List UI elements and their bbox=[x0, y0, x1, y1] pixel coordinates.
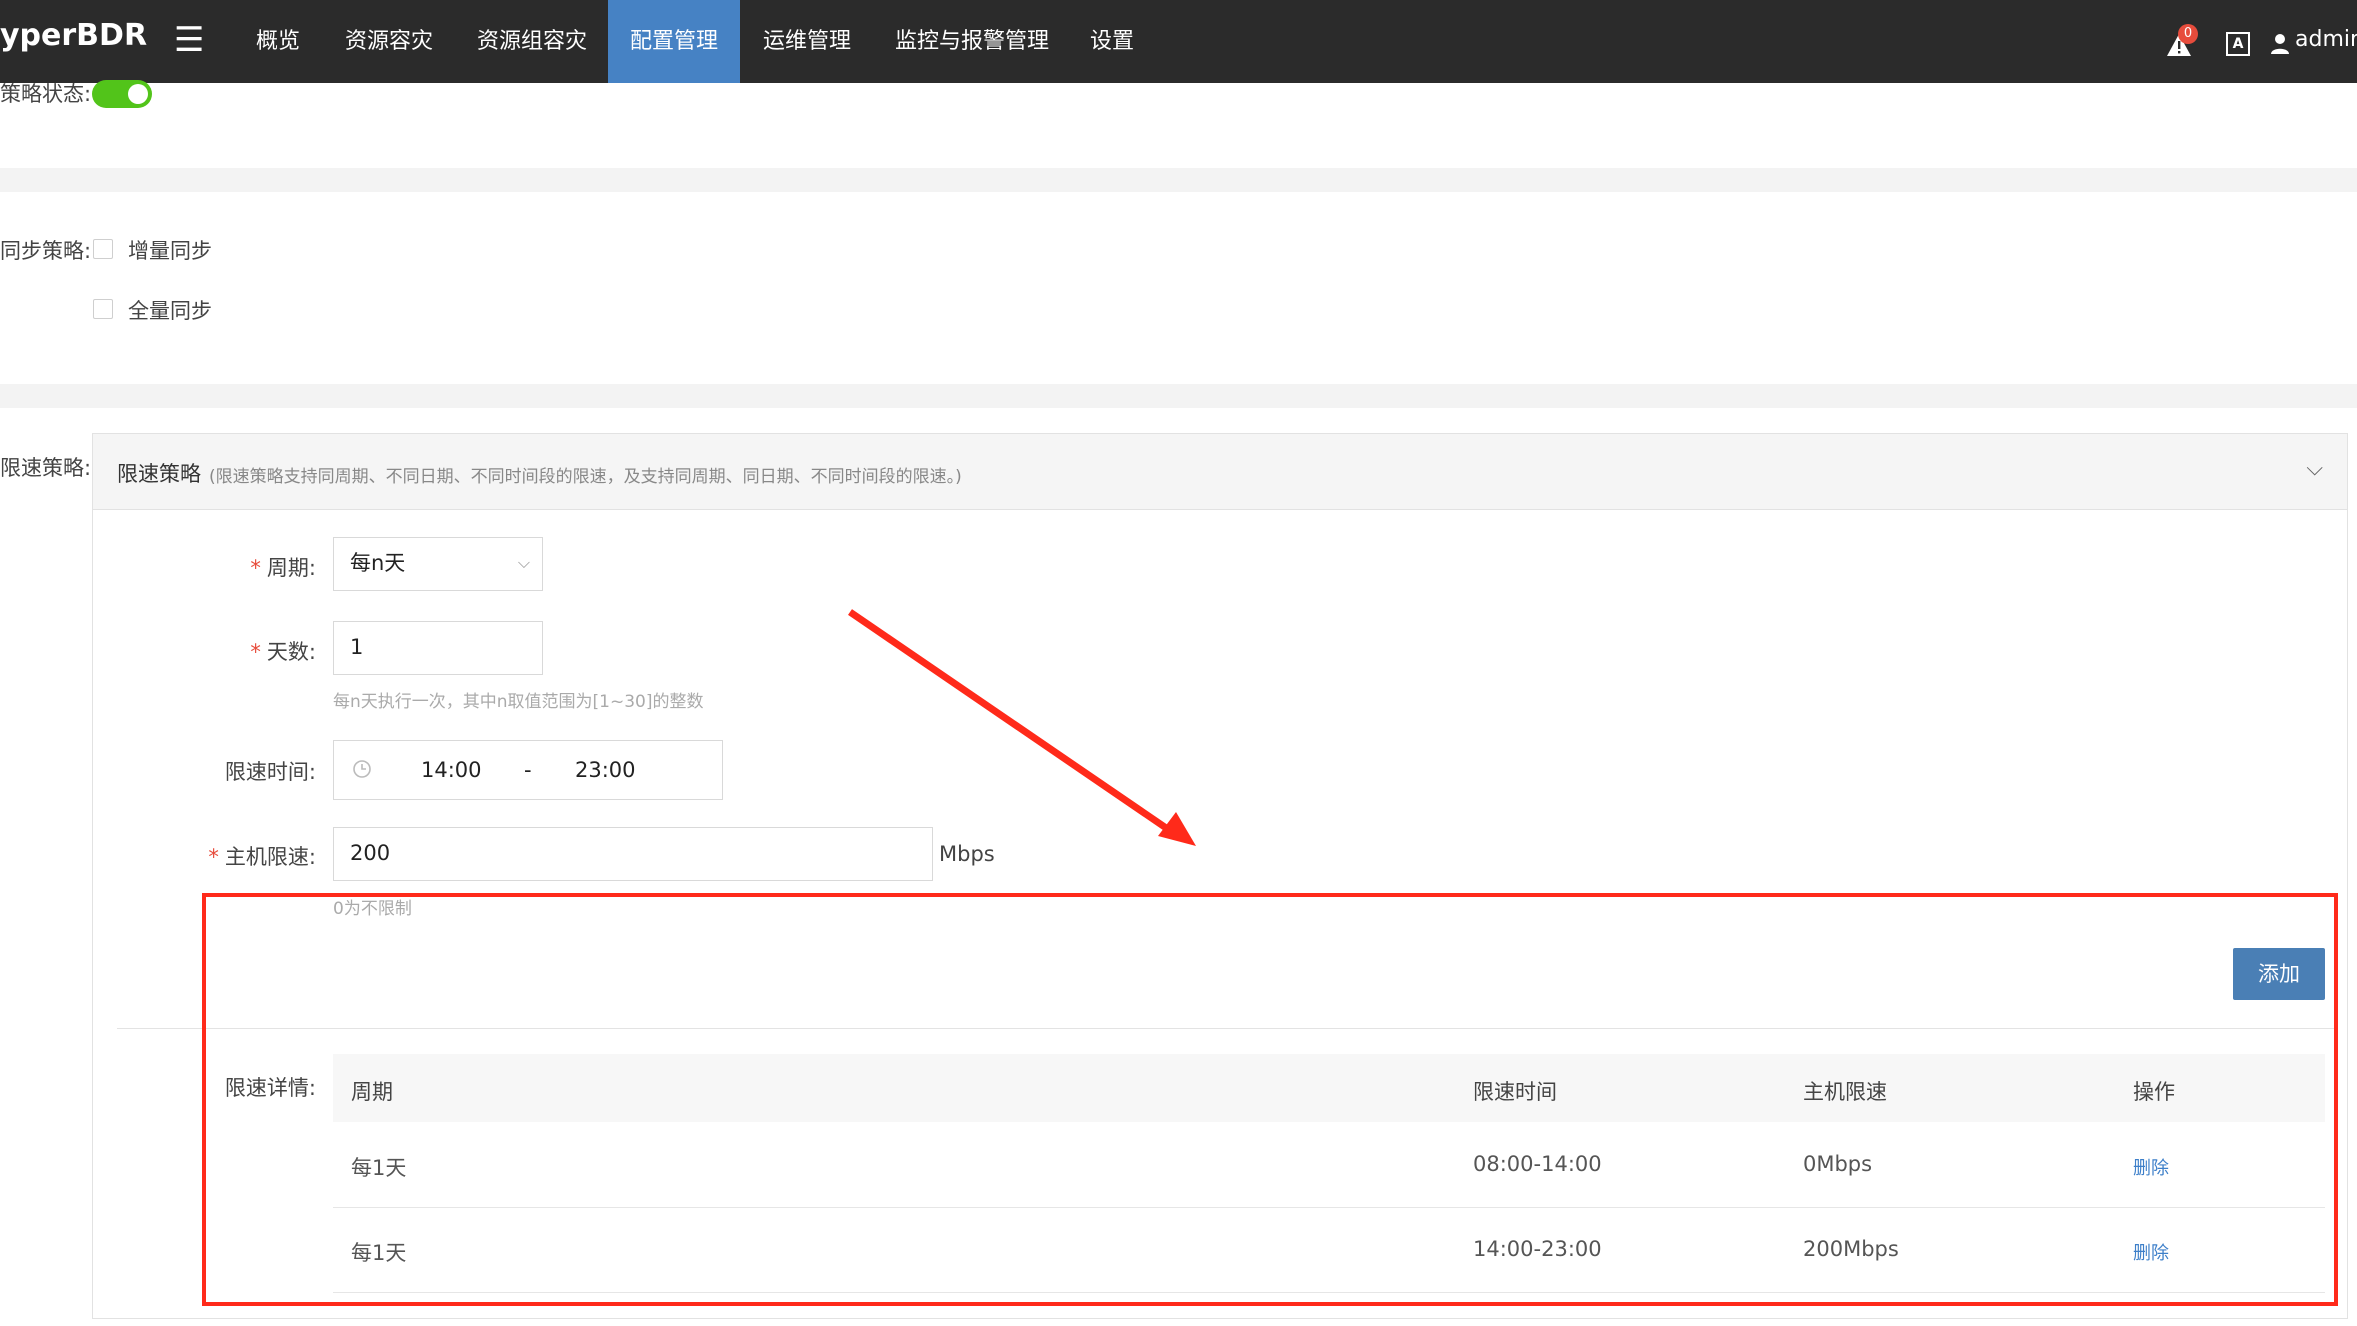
nav-config-management[interactable]: 配置管理 bbox=[608, 0, 740, 83]
alert-count-badge: 0 bbox=[2178, 24, 2198, 44]
host-limit-unit: Mbps bbox=[939, 842, 995, 866]
sync-strategy-label: 同步策略: bbox=[0, 239, 92, 263]
strategy-status-label: 策略状态: bbox=[0, 82, 92, 106]
top-navbar: yperBDR ☰ 概览 资源容灾 资源组容灾 配置管理 运维管理 监控与报警管… bbox=[0, 0, 2357, 83]
time-end[interactable]: 23:00 bbox=[575, 745, 636, 795]
panel-title: 限速策略 bbox=[117, 462, 201, 486]
nav-overview[interactable]: 概览 bbox=[246, 0, 310, 83]
language-icon[interactable]: A bbox=[2226, 32, 2250, 56]
period-select[interactable]: 每n天 ⌵ bbox=[333, 537, 543, 591]
time-range-picker[interactable]: 14:00 - 23:00 bbox=[333, 740, 723, 800]
host-limit-input[interactable]: 200 bbox=[333, 827, 933, 881]
switch-knob bbox=[128, 84, 148, 104]
nav-monitor-alarm[interactable]: 监控与报警管理 bbox=[884, 0, 1060, 83]
limit-strategy-label: 限速策略: bbox=[0, 456, 92, 480]
time-separator: - bbox=[524, 758, 532, 782]
annotation-highlight-box bbox=[202, 893, 2338, 1306]
incremental-sync-checkbox[interactable] bbox=[93, 239, 113, 259]
section-separator bbox=[0, 384, 2357, 408]
incremental-sync-label[interactable]: 增量同步 bbox=[128, 235, 212, 265]
nav-resource-group-dr[interactable]: 资源组容灾 bbox=[466, 0, 598, 83]
panel-hint: (限速策略支持同周期、不同日期、不同时间段的限速，及支持同周期、同日期、不同时间… bbox=[209, 467, 962, 487]
nav-ops-management[interactable]: 运维管理 bbox=[752, 0, 862, 83]
period-label: * 周期: bbox=[250, 556, 316, 580]
chevron-down-icon: ⌵ bbox=[517, 553, 530, 572]
brand-logo[interactable]: yperBDR bbox=[0, 18, 147, 53]
panel-header[interactable]: 限速策略 (限速策略支持同周期、不同日期、不同时间段的限速，及支持同周期、同日期… bbox=[93, 434, 2347, 510]
clock-icon bbox=[353, 760, 371, 778]
strategy-status-switch[interactable] bbox=[92, 80, 152, 108]
nav-resource-dr[interactable]: 资源容灾 bbox=[334, 0, 444, 83]
user-icon bbox=[2271, 34, 2289, 54]
days-input[interactable]: 1 bbox=[333, 621, 543, 675]
menu-toggle-icon[interactable]: ☰ bbox=[174, 20, 204, 60]
time-start[interactable]: 14:00 bbox=[421, 745, 482, 795]
days-label: * 天数: bbox=[250, 640, 316, 664]
full-sync-checkbox[interactable] bbox=[93, 299, 113, 319]
full-sync-label[interactable]: 全量同步 bbox=[128, 295, 212, 325]
period-select-value: 每n天 bbox=[350, 551, 406, 575]
nav-settings[interactable]: 设置 bbox=[1080, 0, 1144, 83]
user-name[interactable]: admin bbox=[2295, 27, 2357, 52]
limit-time-label: 限速时间: bbox=[224, 760, 316, 784]
section-separator bbox=[0, 168, 2357, 192]
host-limit-label: * 主机限速: bbox=[208, 845, 316, 869]
chevron-down-icon[interactable]: ⌵ bbox=[2306, 456, 2323, 481]
days-help-text: 每n天执行一次，其中n取值范围为[1~30]的整数 bbox=[333, 692, 704, 712]
